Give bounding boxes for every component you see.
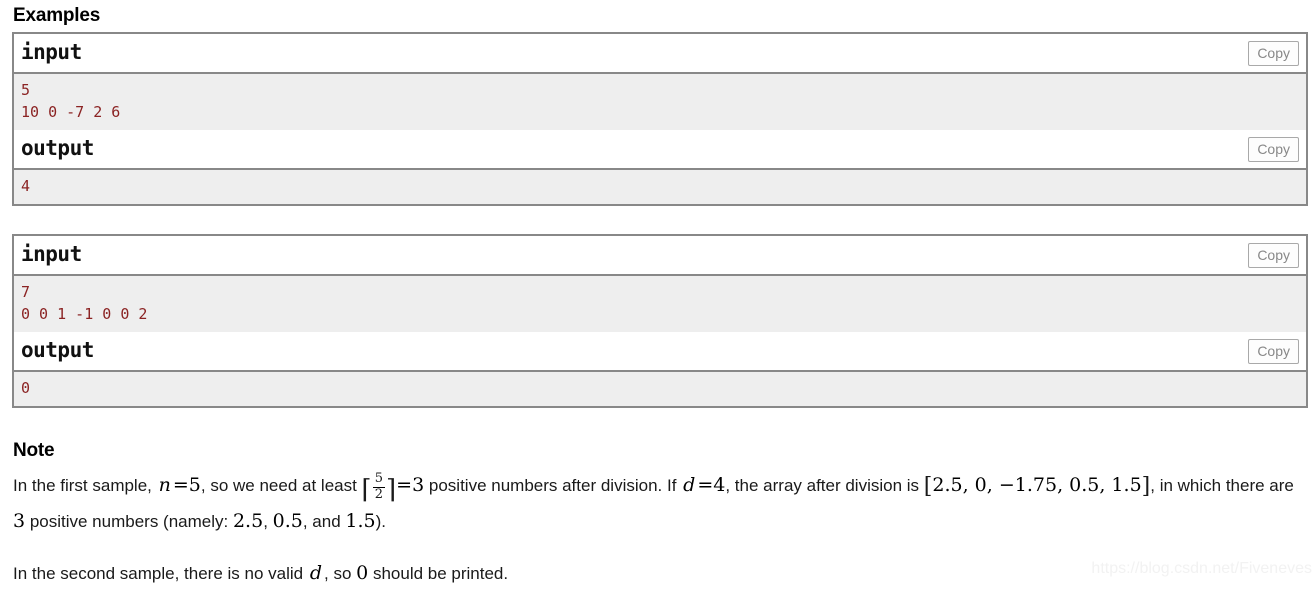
note-text-2b: , so — [324, 564, 357, 583]
output-label-1: output — [21, 136, 94, 160]
math-value-4: 4 — [713, 474, 726, 496]
note-text-1d: , the array after division is — [725, 476, 924, 495]
note-paragraph-1: In the first sample, n =5, so we need at … — [13, 468, 1303, 539]
math-value-5: 5 — [188, 474, 201, 496]
note-text-1a: In the first sample, — [13, 476, 157, 495]
sample-test-block-2: input Copy 7 0 0 1 -1 0 0 2 output Copy … — [12, 234, 1308, 408]
output-data-2: 0 — [14, 370, 1306, 406]
output-header-2: output Copy — [14, 332, 1306, 370]
copy-input-button-2[interactable]: Copy — [1248, 243, 1299, 268]
math-equals-1: = — [172, 474, 189, 496]
fraction-numerator: 5 — [374, 471, 383, 487]
copy-output-button-2[interactable]: Copy — [1248, 339, 1299, 364]
math-value-3b: 3 — [13, 509, 26, 532]
math-value-3a: 3 — [412, 474, 425, 496]
fraction-denominator: 2 — [372, 486, 385, 502]
copy-output-button-1[interactable]: Copy — [1248, 137, 1299, 162]
examples-section-title: Examples — [13, 5, 101, 26]
note-text-1e: , in which there are — [1150, 476, 1294, 495]
math-array-values: 2.5, 0, −1.75, 0.5, 1.5 — [932, 474, 1142, 496]
note-text-2c: should be printed. — [368, 564, 509, 583]
math-value-2p5: 2.5 — [232, 509, 264, 532]
math-fraction-5-over-2: 52 — [372, 471, 385, 502]
ceiling-left-bracket: ⌈ — [361, 475, 372, 506]
math-equals-2: = — [396, 474, 413, 496]
output-label-2: output — [21, 338, 94, 362]
array-right-bracket: ] — [1141, 473, 1151, 499]
input-label-2: input — [21, 242, 82, 266]
math-var-d-2: d — [309, 562, 323, 584]
input-label-1: input — [21, 40, 82, 64]
note-text-2a: In the second sample, there is no valid — [13, 564, 308, 583]
ceiling-right-bracket: ⌉ — [385, 475, 397, 506]
math-equals-3: = — [697, 474, 714, 496]
sample-test-block-1: input Copy 5 10 0 -7 2 6 output Copy 4 — [12, 32, 1308, 206]
math-var-d-1: d — [683, 474, 696, 496]
output-data-1: 4 — [14, 168, 1306, 204]
math-value-0: 0 — [356, 562, 369, 584]
copy-input-button-1[interactable]: Copy — [1248, 41, 1299, 66]
input-data-2: 7 0 0 1 -1 0 0 2 — [14, 274, 1306, 332]
note-text-1b: , so we need at least — [200, 476, 362, 495]
note-text-1i: ). — [375, 511, 387, 531]
input-header-1: input Copy — [14, 34, 1306, 72]
output-header-1: output Copy — [14, 130, 1306, 168]
note-section-title: Note — [13, 440, 55, 461]
csdn-watermark: https://blog.csdn.net/Fiveneves — [1091, 560, 1312, 577]
input-data-1: 5 10 0 -7 2 6 — [14, 72, 1306, 130]
math-var-n: n — [158, 474, 171, 496]
math-value-0p5: 0.5 — [272, 509, 303, 532]
note-text-1c: positive numbers after division. If — [424, 476, 682, 495]
math-value-1p5: 1.5 — [345, 509, 376, 532]
problem-statement-page: Examples input Copy 5 10 0 -7 2 6 output… — [0, 0, 1316, 590]
note-text-1f: positive numbers (namely: — [25, 511, 233, 531]
note-text-1g: , — [263, 511, 273, 531]
input-header-2: input Copy — [14, 236, 1306, 274]
note-text-1h: , and — [302, 511, 346, 531]
